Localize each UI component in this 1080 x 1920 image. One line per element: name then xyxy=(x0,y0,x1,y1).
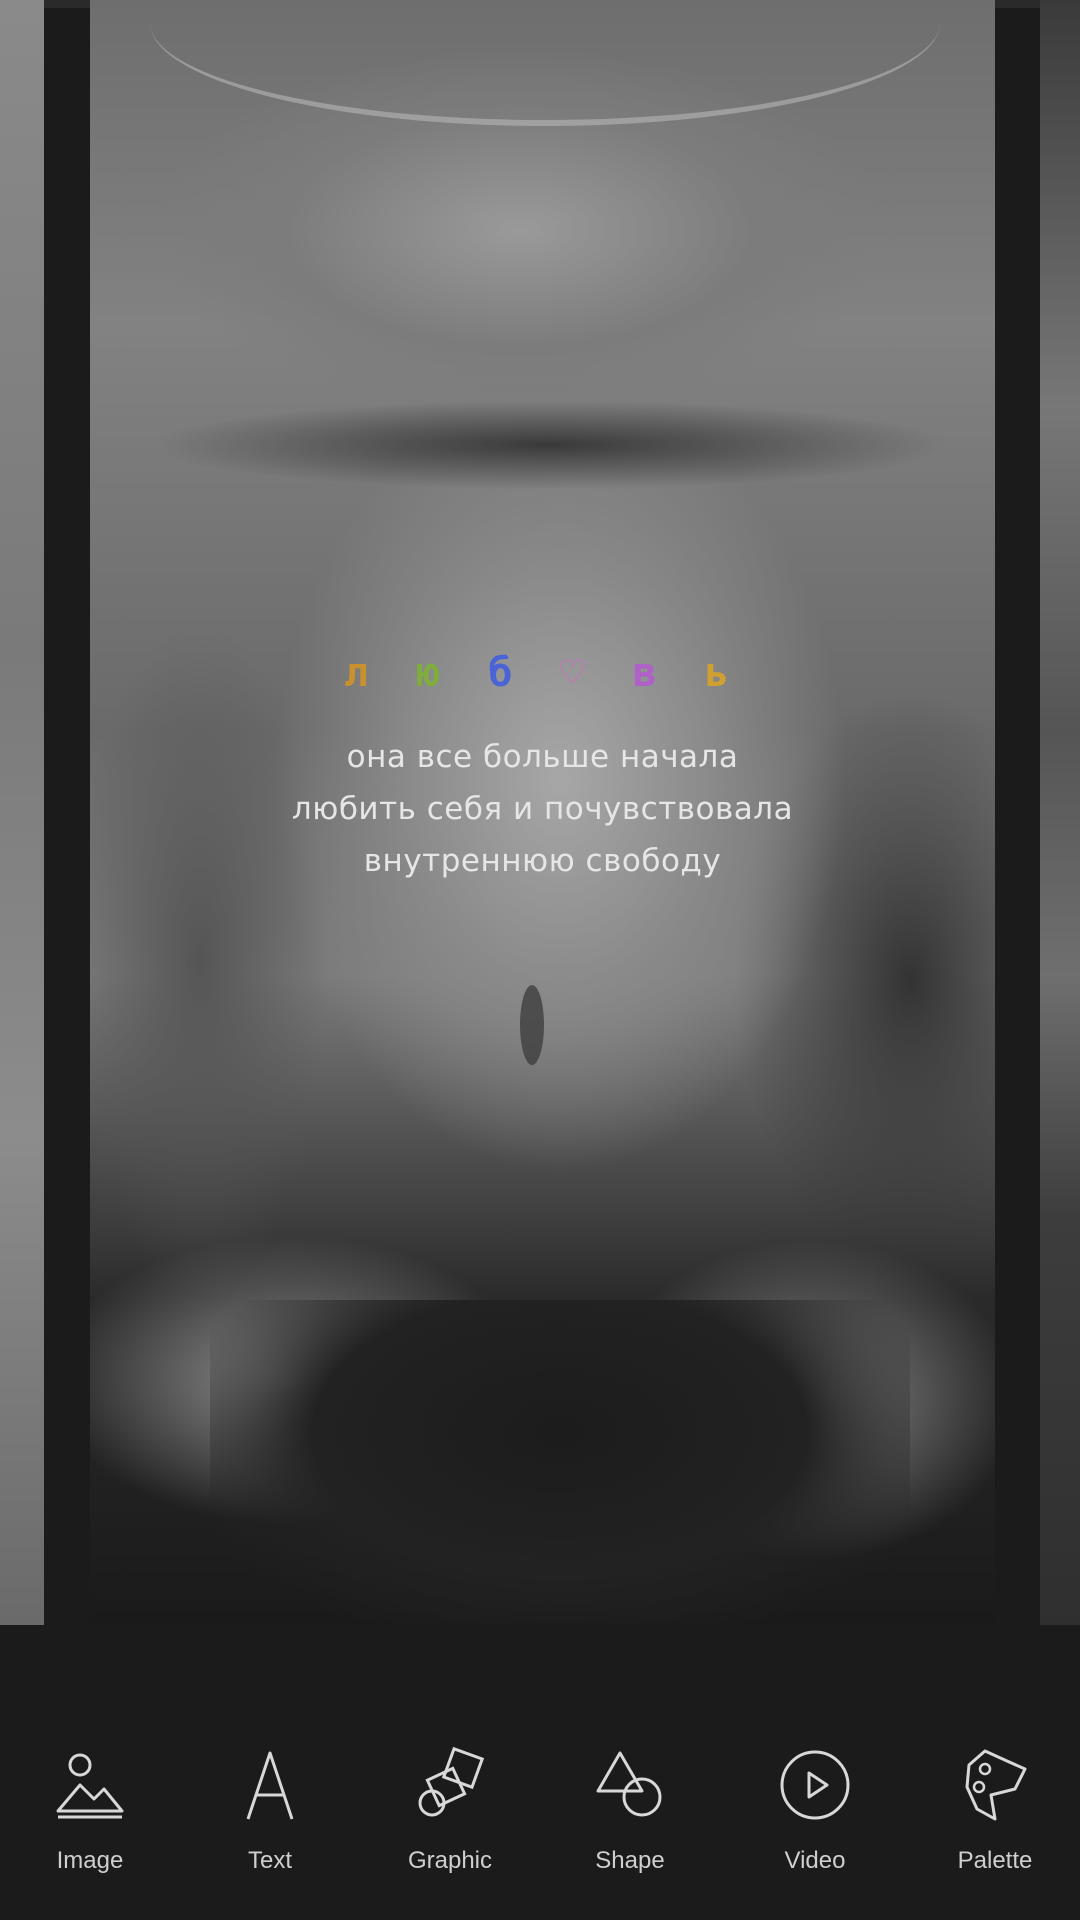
title-letter: ю xyxy=(416,650,453,696)
next-page-preview[interactable] xyxy=(1040,0,1080,1625)
image-button[interactable]: Image xyxy=(15,1745,165,1895)
story-page-canvas[interactable]: л ю б ♡ в ь она все больше начала любить… xyxy=(90,0,995,1625)
shape-button-label: Shape xyxy=(595,1847,665,1874)
palette-icon xyxy=(965,1749,1027,1821)
text-icon xyxy=(246,1751,294,1820)
title-letter: л xyxy=(343,650,381,696)
palette-button[interactable]: Palette xyxy=(920,1745,1070,1895)
photo-background xyxy=(150,0,940,126)
heart-letter: ♡ xyxy=(560,650,597,696)
title-letter: в xyxy=(632,650,669,696)
caption-line: она все больше начала xyxy=(346,739,739,775)
previous-page-preview[interactable] xyxy=(0,0,44,1625)
caption-line: внутреннюю свободу xyxy=(363,843,722,879)
photo-lower-area xyxy=(210,1300,910,1625)
story-title[interactable]: л ю б ♡ в ь xyxy=(90,645,995,701)
video-button-label: Video xyxy=(784,1847,846,1874)
image-button-label: Image xyxy=(56,1847,124,1874)
graphic-button-label: Graphic xyxy=(407,1847,493,1874)
story-text-block[interactable]: л ю б ♡ в ь она все больше начала любить… xyxy=(90,645,995,887)
photo-detail xyxy=(520,985,544,1065)
photo-shadow xyxy=(150,400,950,490)
text-button-label: Text xyxy=(247,1847,292,1874)
video-button[interactable]: Video xyxy=(740,1745,890,1895)
bottom-toolbar: Image Text Graphic Shape Video Palette xyxy=(0,1625,1080,1920)
image-icon xyxy=(56,1753,124,1819)
graphic-button[interactable]: Graphic xyxy=(375,1745,525,1895)
editor-screen: л ю б ♡ в ь она все больше начала любить… xyxy=(0,0,1080,1920)
palette-button-label: Palette xyxy=(957,1847,1033,1874)
shape-icon xyxy=(596,1751,662,1817)
graphic-icon xyxy=(418,1746,485,1817)
title-letter: ь xyxy=(704,650,742,696)
video-icon xyxy=(780,1750,850,1820)
story-caption[interactable]: она все больше начала любить себя и почу… xyxy=(90,731,995,887)
shape-button[interactable]: Shape xyxy=(555,1745,705,1895)
caption-line: любить себя и почувствовала xyxy=(291,791,794,827)
text-button[interactable]: Text xyxy=(195,1745,345,1895)
title-letter: б xyxy=(488,650,525,696)
